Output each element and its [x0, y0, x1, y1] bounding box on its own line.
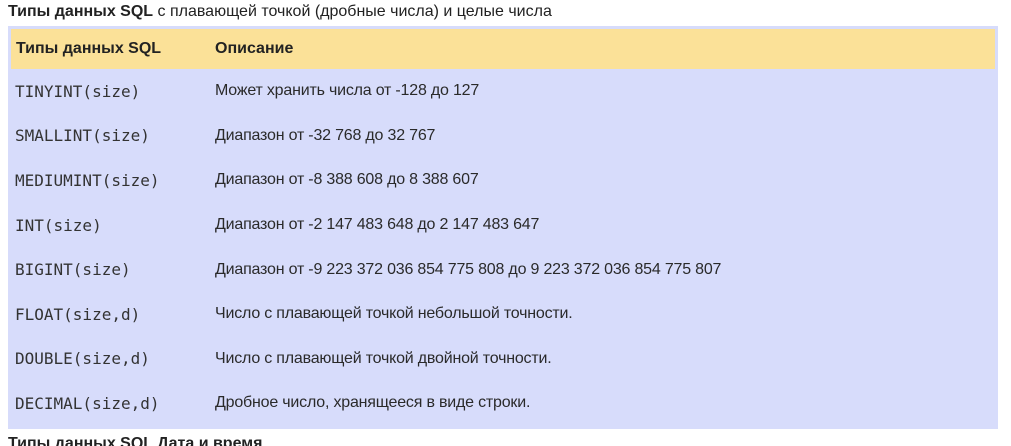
description-cell: Дробное число, хранящееся в виде строки. — [215, 394, 531, 412]
table-header-row: Типы данных SQL Описание — [11, 29, 995, 69]
description-cell: Число с плавающей точкой небольшой точно… — [215, 305, 573, 323]
sql-types-table: Типы данных SQL Описание TINYINT(size) М… — [11, 29, 995, 426]
table-row: SMALLINT(size) Диапазон от -32 768 до 32… — [11, 114, 995, 159]
type-cell: DECIMAL(size,d) — [15, 393, 160, 413]
table-caption: Типы данных SQL с плавающей точкой (дроб… — [8, 0, 552, 24]
description-cell: Диапазон от -32 768 до 32 767 — [215, 126, 436, 144]
caption-text: с плавающей точкой (дробные числа) и цел… — [153, 3, 552, 20]
type-cell: TINYINT(size) — [15, 81, 141, 101]
description-cell: Диапазон от -8 388 608 до 8 388 607 — [215, 171, 479, 189]
page: Типы данных SQL с плавающей точкой (дроб… — [0, 0, 1011, 446]
type-cell: DOUBLE(size,d) — [15, 349, 150, 369]
sql-types-table-container: Типы данных SQL Описание TINYINT(size) М… — [8, 26, 998, 429]
header-description: Описание — [215, 40, 294, 57]
table-row: TINYINT(size) Может хранить числа от -12… — [11, 69, 995, 114]
caption-bold: Типы данных SQL — [8, 3, 154, 20]
next-table-caption: Типы данных SQL Дата и время — [8, 435, 263, 446]
table-row: BIGINT(size) Диапазон от -9 223 372 036 … — [11, 247, 995, 292]
description-cell: Число с плавающей точкой двойной точност… — [215, 349, 552, 367]
description-cell: Диапазон от -9 223 372 036 854 775 808 д… — [215, 260, 722, 278]
type-cell: FLOAT(size,d) — [15, 304, 141, 324]
type-cell: MEDIUMINT(size) — [15, 170, 160, 190]
type-cell: SMALLINT(size) — [15, 126, 150, 146]
table-row: MEDIUMINT(size) Диапазон от -8 388 608 д… — [11, 158, 995, 203]
table-row: INT(size) Диапазон от -2 147 483 648 до … — [11, 203, 995, 248]
table-row: FLOAT(size,d) Число с плавающей точкой н… — [11, 292, 995, 337]
type-cell: INT(size) — [15, 215, 102, 235]
type-cell: BIGINT(size) — [15, 260, 131, 280]
table-row: DOUBLE(size,d) Число с плавающей точкой … — [11, 337, 995, 382]
description-cell: Диапазон от -2 147 483 648 до 2 147 483 … — [215, 216, 540, 234]
description-cell: Может хранить числа от -128 до 127 — [215, 82, 480, 100]
header-type: Типы данных SQL — [16, 40, 162, 57]
table-row: DECIMAL(size,d) Дробное число, хранящеес… — [11, 381, 995, 426]
